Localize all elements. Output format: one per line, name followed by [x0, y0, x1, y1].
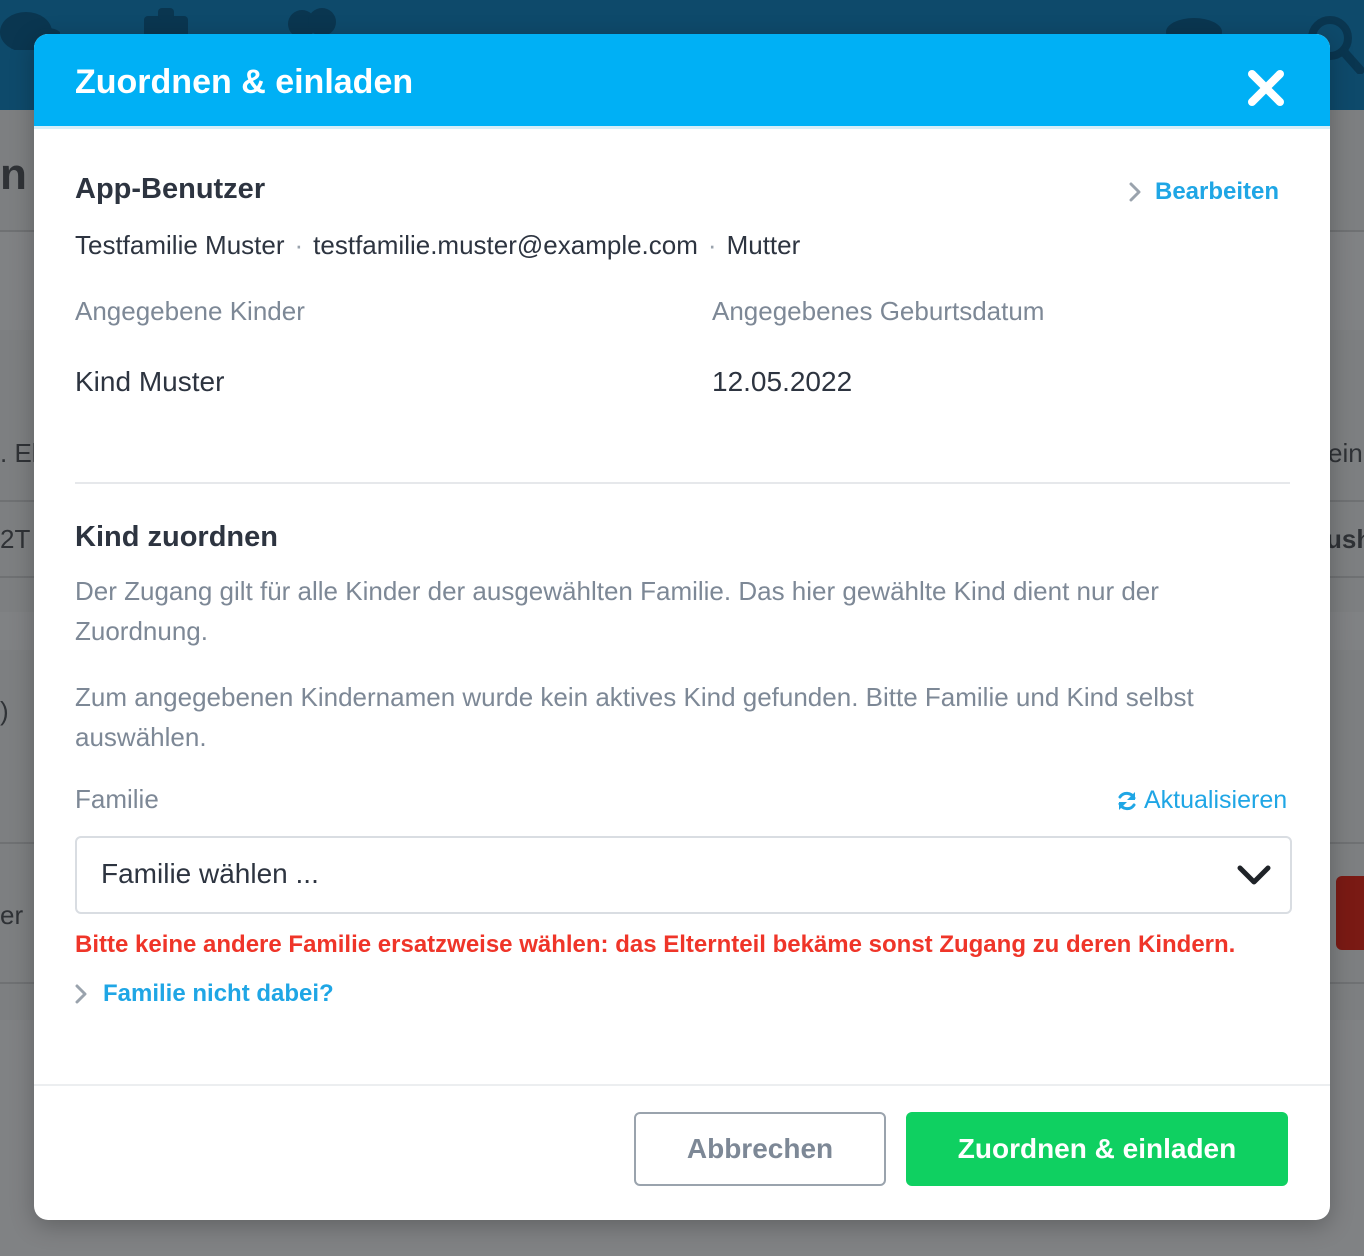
assign-invite-dialog: Zuordnen & einladen App-Benutzer Bearbei…: [34, 34, 1330, 1220]
user-email: testfamilie.muster@example.com: [313, 230, 698, 260]
header-divider: [34, 126, 1330, 129]
birthdate-label: Angegebenes Geburtsdatum: [712, 296, 1045, 326]
background-red-button: [1336, 876, 1364, 950]
family-missing-link[interactable]: Familie nicht dabei?: [75, 980, 334, 1008]
close-icon: [1248, 70, 1284, 106]
user-details: Testfamilie Muster · testfamilie.muster@ex…: [75, 230, 800, 260]
birthdate-value: 12.05.2022: [712, 366, 853, 397]
background-text: er: [0, 900, 24, 930]
chevron-right-icon: [75, 984, 87, 1004]
separator: ·: [707, 230, 717, 260]
assign-child-heading: Kind zuordnen: [75, 521, 278, 553]
family-label: Familie: [75, 784, 159, 814]
refresh-label: Aktualisieren: [1144, 786, 1288, 814]
cancel-button[interactable]: Abbrechen: [634, 1112, 886, 1186]
family-select[interactable]: Familie wählen ...: [75, 836, 1292, 914]
user-role: Mutter: [726, 230, 801, 260]
background-text: ): [0, 696, 9, 726]
family-missing-label: Familie nicht dabei?: [103, 980, 334, 1007]
refresh-icon: [1118, 791, 1136, 810]
user-name: Testfamilie Muster: [75, 230, 285, 260]
warning-text: Bitte keine andere Familie ersatzweise w…: [75, 931, 1236, 958]
separator: ·: [294, 230, 304, 260]
dialog-header: Zuordnen & einladen: [34, 34, 1330, 126]
background-text: . El: [0, 438, 38, 468]
close-button[interactable]: [1246, 68, 1286, 108]
section-divider: [75, 482, 1290, 484]
background-text: ush: [1326, 524, 1364, 554]
edit-label: Bearbeiten: [1155, 178, 1280, 205]
dialog-title: Zuordnen & einladen: [75, 63, 414, 101]
child-name: Kind Muster: [75, 366, 225, 397]
children-label: Angegebene Kinder: [75, 296, 305, 326]
family-select-value: Familie wählen ...: [101, 858, 319, 889]
chevron-down-icon: [1237, 865, 1271, 885]
chevron-right-icon: [1129, 182, 1141, 202]
background-text: ein: [1328, 438, 1363, 468]
notice-text: Zum angegebenen Kindernamen wurde kein a…: [75, 682, 1194, 752]
info-text: Der Zugang gilt für alle Kinder der ausg…: [75, 576, 1159, 646]
assign-invite-button[interactable]: Zuordnen & einladen: [906, 1112, 1288, 1186]
app-user-heading: App-Benutzer: [75, 173, 266, 205]
background-text: 2T: [0, 524, 31, 554]
footer-divider: [34, 1084, 1330, 1086]
refresh-link[interactable]: Aktualisieren: [1116, 786, 1287, 815]
edit-link[interactable]: Bearbeiten: [1129, 178, 1279, 206]
background-text: n: [0, 150, 27, 199]
